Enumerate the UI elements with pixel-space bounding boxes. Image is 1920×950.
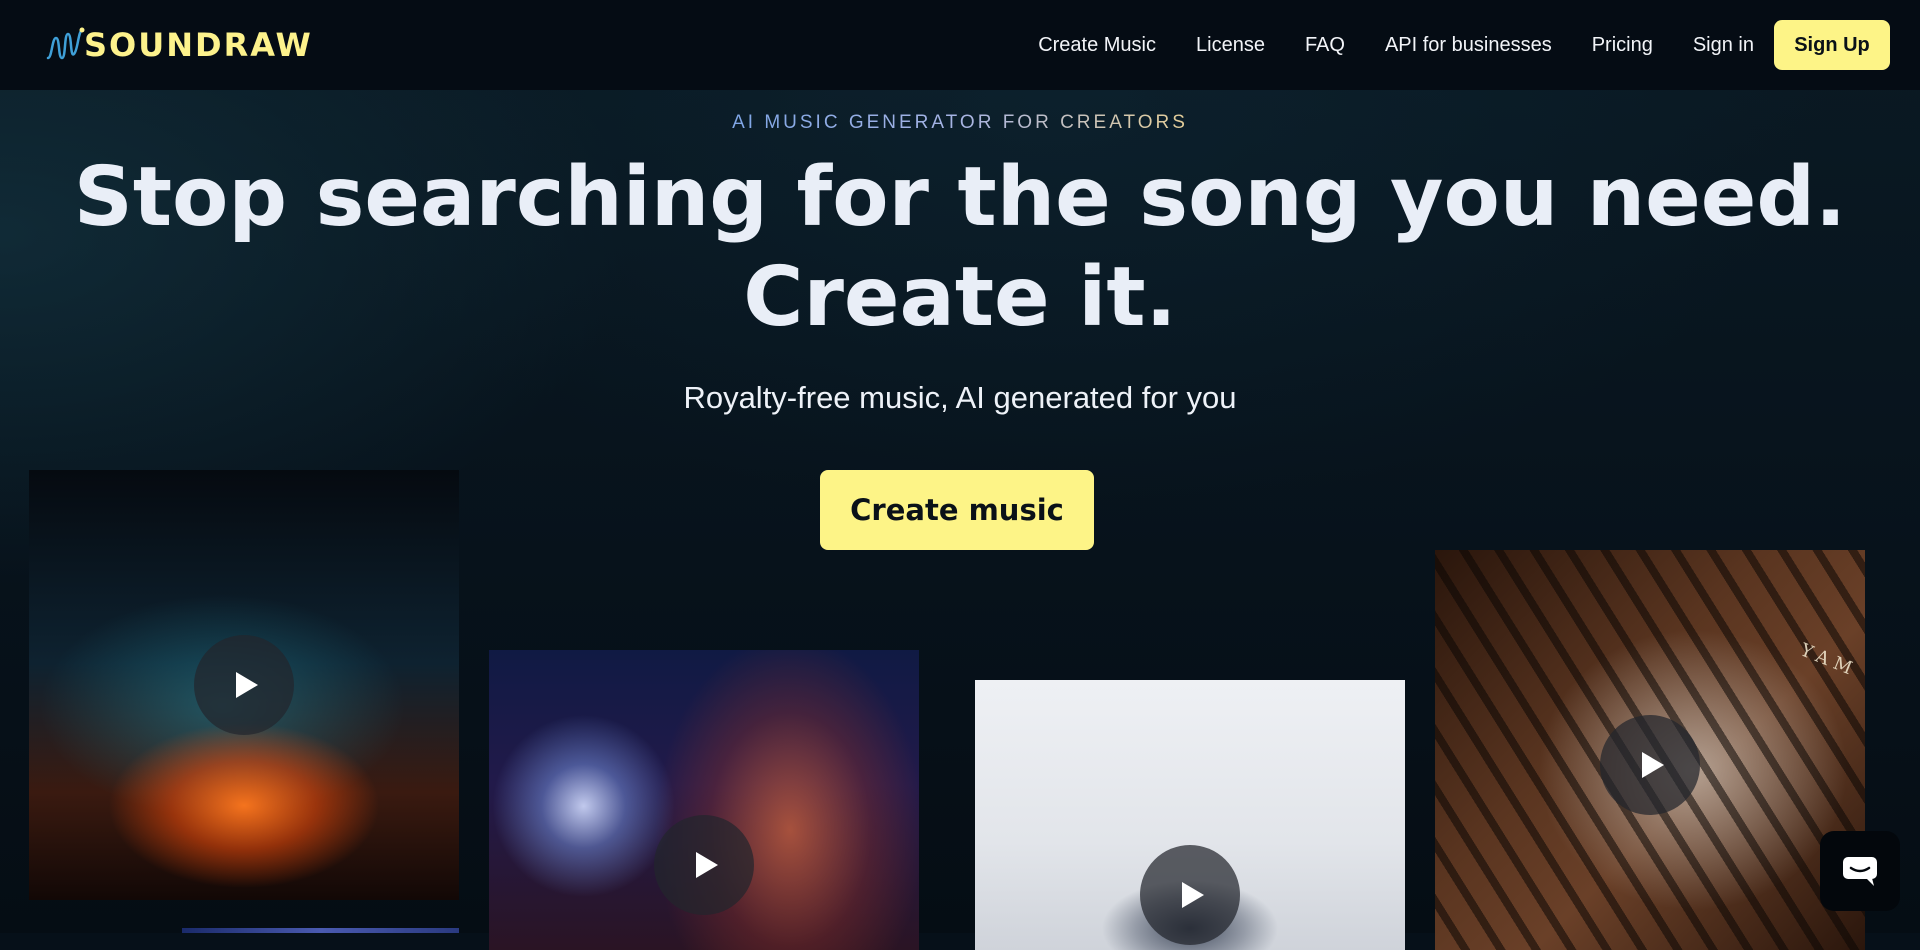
piano-brand-text: YAM bbox=[1797, 639, 1861, 682]
hero-headline: Stop searching for the song you need. Cr… bbox=[0, 148, 1920, 348]
nav-create-music[interactable]: Create Music bbox=[1038, 34, 1156, 57]
music-card-dancer[interactable] bbox=[975, 680, 1405, 950]
play-button[interactable] bbox=[1600, 715, 1700, 815]
main-nav: Create Music License FAQ API for busines… bbox=[1038, 20, 1890, 70]
soundraw-logo[interactable]: SOUNDRAW bbox=[46, 24, 313, 66]
chat-launcher-button[interactable] bbox=[1820, 831, 1900, 911]
play-icon bbox=[696, 852, 718, 878]
play-button[interactable] bbox=[1140, 845, 1240, 945]
waveform-logo-icon bbox=[46, 27, 85, 60]
nav-faq[interactable]: FAQ bbox=[1305, 34, 1345, 57]
music-card-disco[interactable] bbox=[489, 650, 919, 950]
music-card-piano[interactable]: YAM bbox=[1435, 550, 1865, 950]
site-header: SOUNDRAW Create Music License FAQ API fo… bbox=[0, 0, 1920, 90]
create-music-button[interactable]: Create music bbox=[820, 470, 1094, 550]
nav-pricing[interactable]: Pricing bbox=[1592, 34, 1653, 57]
play-icon bbox=[1642, 752, 1664, 778]
nav-api-for-businesses[interactable]: API for businesses bbox=[1385, 34, 1552, 57]
nav-license[interactable]: License bbox=[1196, 34, 1265, 57]
music-card-concert[interactable] bbox=[29, 470, 459, 900]
play-button[interactable] bbox=[654, 815, 754, 915]
hero-eyebrow-text: AI MUSIC GENERATOR FOR CREATORS bbox=[732, 112, 1188, 133]
hero-subheadline: Royalty-free music, AI generated for you bbox=[683, 380, 1237, 415]
nav-sign-in[interactable]: Sign in bbox=[1693, 34, 1754, 57]
next-card-edge bbox=[182, 928, 459, 933]
chat-bubble-icon bbox=[1843, 857, 1877, 886]
hero-headline-line-1: Stop searching for the song you need. bbox=[73, 150, 1847, 245]
play-icon bbox=[236, 672, 258, 698]
play-button[interactable] bbox=[194, 635, 294, 735]
sign-up-button[interactable]: Sign Up bbox=[1774, 20, 1890, 70]
logo-wordmark: SOUNDRAW bbox=[84, 26, 313, 64]
hero-eyebrow: AI MUSIC GENERATOR FOR CREATORS bbox=[0, 112, 1920, 134]
play-icon bbox=[1182, 882, 1204, 908]
hero-headline-line-2: Create it. bbox=[743, 250, 1177, 345]
